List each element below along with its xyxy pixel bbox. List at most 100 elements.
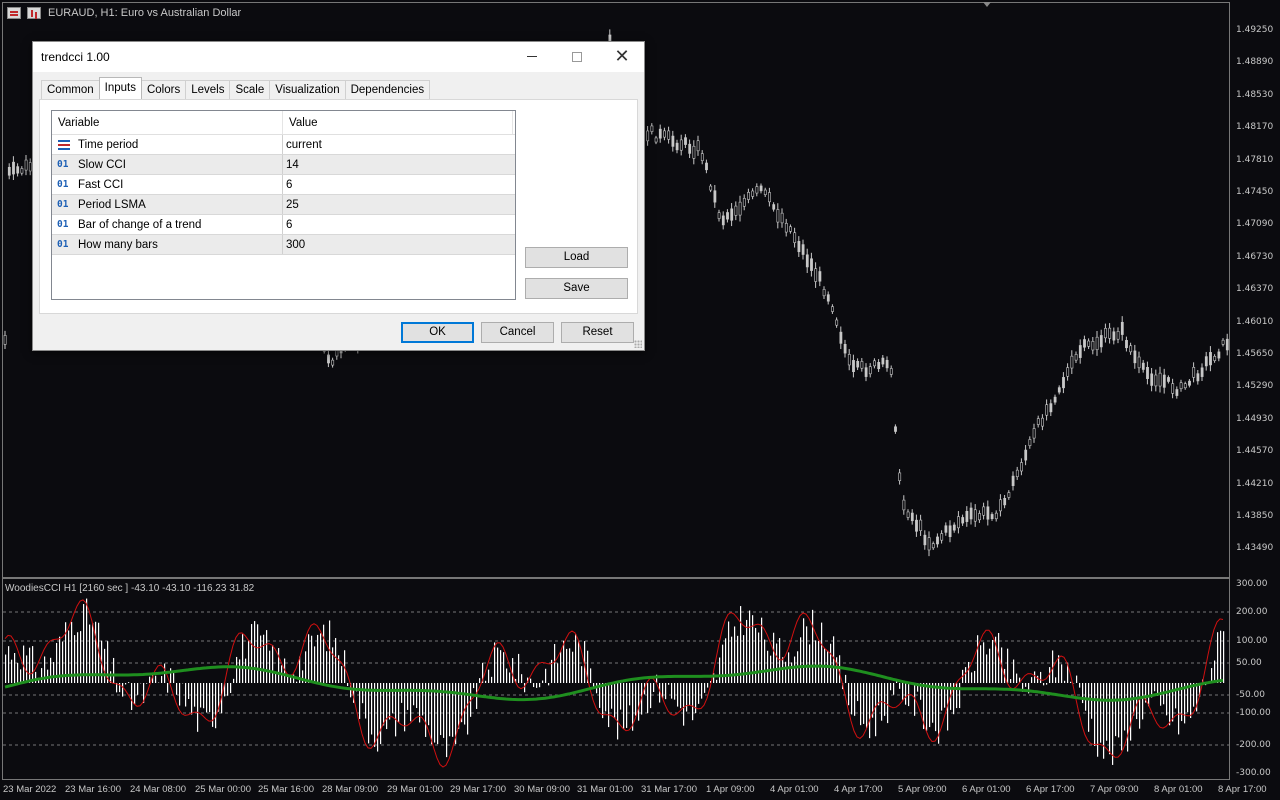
tab-common[interactable]: Common xyxy=(41,80,100,100)
cci-histogram-bar xyxy=(1136,683,1138,720)
price-tick-label: 1.47810 xyxy=(1236,154,1274,165)
candle-body xyxy=(864,367,868,377)
cci-histogram-bar xyxy=(518,653,520,683)
time-tick-label: 6 Apr 17:00 xyxy=(1026,784,1075,795)
cci-histogram-bar xyxy=(785,661,787,683)
price-tick-label: 1.44210 xyxy=(1236,478,1274,489)
reset-button[interactable]: Reset xyxy=(561,322,634,343)
candle-body xyxy=(717,212,721,219)
candle-body xyxy=(965,511,969,522)
candle-body xyxy=(999,499,1002,512)
indicator-properties-dialog[interactable]: trendcci 1.00 ✕ Common Inputs Colors Lev… xyxy=(32,41,645,351)
time-tick-label: 25 Mar 16:00 xyxy=(258,784,314,795)
tab-inputs[interactable]: Inputs xyxy=(98,77,142,99)
value-cell[interactable]: 14 xyxy=(283,155,513,174)
candle-body xyxy=(646,130,650,142)
maximize-button[interactable] xyxy=(554,42,600,71)
value-cell[interactable]: 300 xyxy=(283,235,513,254)
value-cell[interactable]: current xyxy=(283,135,513,154)
cci-histogram-bar xyxy=(239,659,241,683)
cci-histogram-bar xyxy=(332,647,334,683)
tab-levels[interactable]: Levels xyxy=(185,80,231,100)
candle-body xyxy=(331,359,335,366)
time-tick-label: 28 Mar 09:00 xyxy=(322,784,378,795)
cci-histogram-bar xyxy=(905,683,907,705)
time-tick-label: 31 Mar 01:00 xyxy=(577,784,633,795)
cci-histogram-bar xyxy=(887,683,889,724)
candle-body xyxy=(818,271,822,282)
cci-histogram-bar xyxy=(701,683,703,699)
cci-histogram-bar xyxy=(161,676,163,683)
tab-scale[interactable]: Scale xyxy=(229,80,271,100)
variable-column-header[interactable]: Variable xyxy=(52,111,283,134)
candle-body xyxy=(730,208,734,221)
cci-histogram-bar xyxy=(707,683,709,688)
cci-histogram-bar xyxy=(269,650,271,683)
candle-body xyxy=(906,511,910,518)
cci-histogram-bar xyxy=(665,683,667,700)
cci-histogram-bar xyxy=(509,672,511,683)
table-row[interactable]: 01 Bar of change of a trend 6 xyxy=(52,215,515,235)
candle-body xyxy=(940,533,944,541)
candle-body xyxy=(12,161,15,175)
candle-body xyxy=(994,512,998,520)
cancel-button[interactable]: Cancel xyxy=(481,322,554,343)
cci-histogram-bar xyxy=(179,683,181,706)
cci-histogram-bar xyxy=(176,683,178,695)
table-row[interactable]: Time period current xyxy=(52,135,515,155)
table-row[interactable]: 01 How many bars 300 xyxy=(52,235,515,255)
one-click-trading-icon[interactable] xyxy=(27,7,41,19)
cci-histogram-bar xyxy=(1016,673,1018,683)
candle-body xyxy=(1120,321,1124,335)
ok-button[interactable]: OK xyxy=(401,322,474,343)
cci-histogram-bar xyxy=(818,640,820,683)
cci-histogram-bar xyxy=(677,683,679,707)
cci-histogram-bar xyxy=(8,646,10,683)
minimize-button[interactable] xyxy=(509,42,555,71)
value-cell[interactable]: 6 xyxy=(283,175,513,194)
tab-visualization[interactable]: Visualization xyxy=(269,80,346,100)
candle-body xyxy=(1104,328,1107,339)
cci-histogram-bar xyxy=(719,657,721,683)
candle-body xyxy=(1062,377,1065,389)
candle-body xyxy=(902,499,906,511)
table-row[interactable]: 01 Slow CCI 14 xyxy=(52,155,515,175)
load-button[interactable]: Load xyxy=(525,247,628,268)
cci-histogram-bar xyxy=(131,683,133,710)
cci-histogram-bar xyxy=(572,651,574,683)
candle-body xyxy=(973,509,977,522)
candle-body xyxy=(1158,372,1162,387)
cci-histogram-bar xyxy=(479,678,481,683)
tab-dependencies[interactable]: Dependencies xyxy=(344,80,431,100)
cci-histogram-bar xyxy=(860,683,862,726)
candle-body xyxy=(856,360,860,368)
time-tick-label: 5 Apr 09:00 xyxy=(898,784,947,795)
candle-body xyxy=(1141,362,1145,370)
cci-histogram-bar xyxy=(1130,683,1132,741)
value-cell[interactable]: 25 xyxy=(283,195,513,214)
price-tick-label: 1.49250 xyxy=(1236,25,1274,35)
close-button[interactable]: ✕ xyxy=(599,42,645,71)
cci-histogram-bar xyxy=(230,683,232,693)
cci-histogram-bar xyxy=(1037,675,1039,683)
candle-body xyxy=(1015,469,1019,477)
resize-grip-icon[interactable] xyxy=(634,340,642,348)
table-row[interactable]: 01 Fast CCI 6 xyxy=(52,175,515,195)
tab-colors[interactable]: Colors xyxy=(140,80,187,100)
cci-histogram-bar xyxy=(488,669,490,683)
value-cell[interactable]: 6 xyxy=(283,215,513,234)
value-column-header[interactable]: Value xyxy=(283,111,513,134)
dialog-titlebar[interactable]: trendcci 1.00 ✕ xyxy=(33,42,644,72)
save-button[interactable]: Save xyxy=(525,278,628,299)
candle-body xyxy=(873,360,876,367)
table-row[interactable]: 01 Period LSMA 25 xyxy=(52,195,515,215)
cci-histogram-bar xyxy=(1070,681,1072,683)
cci-histogram-bar xyxy=(125,683,127,685)
time-tick-label: 6 Apr 01:00 xyxy=(962,784,1011,795)
inputs-grid[interactable]: Variable Value Time period current 01 Slo… xyxy=(51,110,516,300)
candle-body xyxy=(1213,356,1217,361)
chart-menu-icon[interactable] xyxy=(7,7,21,19)
variable-name: How many bars xyxy=(78,238,158,251)
candle-body xyxy=(709,185,713,191)
cci-histogram-bar xyxy=(1124,683,1126,731)
